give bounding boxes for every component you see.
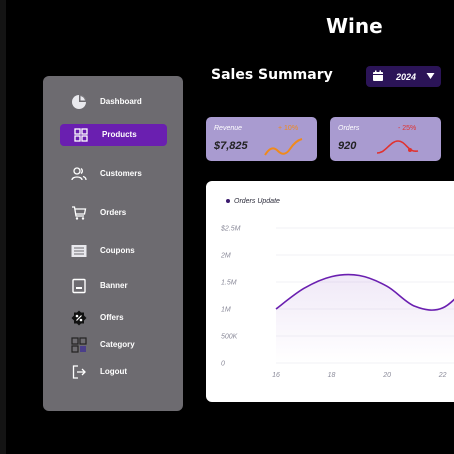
- orders-chart-card: Orders Update $2.5M 2M 1.5M 1M 500K 0 16 18 20 22…: [206, 181, 454, 402]
- sidebar-item-label: Orders: [100, 208, 127, 217]
- x-tick-label: 22: [438, 372, 447, 379]
- orders-title: Orders: [338, 125, 360, 132]
- sidebar-item-banner[interactable]: Banner: [43, 274, 183, 298]
- year-select-value: 2024: [396, 72, 417, 82]
- app-title: Wine: [326, 14, 383, 38]
- sidebar-item-label: Dashboard: [100, 97, 142, 106]
- orders-value: 920: [338, 140, 357, 152]
- sidebar-item-products[interactable]: Products: [60, 124, 167, 146]
- sidebar-item-label: Products: [102, 130, 137, 139]
- revenue-card: Revenue $7,825 + 10%: [206, 117, 317, 161]
- users-icon: [71, 167, 87, 181]
- sidebar-item-orders[interactable]: Orders: [43, 201, 183, 225]
- sidebar-item-dashboard[interactable]: Dashboard: [43, 90, 183, 114]
- sidebar-item-offers[interactable]: Offers: [43, 306, 183, 330]
- category-grid-icon: [71, 337, 87, 353]
- orders-line-chart: $2.5M2M1.5M1M500K01618202224: [220, 226, 454, 379]
- cart-icon: [72, 206, 87, 220]
- sidebar-item-label: Logout: [100, 367, 128, 376]
- revenue-value: $7,825: [214, 140, 248, 152]
- x-tick-label: 18: [328, 372, 336, 379]
- sidebar-item-label: Offers: [100, 313, 124, 322]
- sidebar-item-customers[interactable]: Customers: [43, 162, 183, 186]
- window-edge: [0, 0, 6, 454]
- percent-badge-icon: [71, 310, 87, 326]
- year-select[interactable]: 2024: [366, 66, 441, 87]
- x-tick-label: 20: [382, 372, 391, 379]
- y-tick-label: 2M: [220, 253, 231, 260]
- revenue-delta: + 10%: [278, 125, 299, 132]
- y-tick-label: 1.5M: [221, 280, 237, 287]
- y-tick-label: $2.5M: [220, 226, 241, 233]
- y-tick-label: 0: [221, 361, 225, 368]
- sidebar: Dashboard Products Customers Orders Coup…: [43, 76, 183, 411]
- orders-card: Orders 920 - 25%: [330, 117, 441, 161]
- x-tick-label: 16: [272, 372, 280, 379]
- grid-icon: [74, 128, 88, 142]
- sidebar-item-coupons[interactable]: Coupons: [43, 239, 183, 263]
- page-title: Sales Summary: [211, 67, 333, 83]
- sidebar-item-label: Banner: [100, 281, 128, 290]
- ticket-icon: [71, 245, 87, 257]
- orders-delta: - 25%: [398, 125, 417, 132]
- revenue-title: Revenue: [214, 125, 243, 132]
- sidebar-item-category[interactable]: Category: [43, 333, 183, 357]
- sidebar-item-label: Category: [100, 340, 135, 349]
- sidebar-item-label: Customers: [100, 169, 142, 178]
- chevron-down-icon: [426, 73, 435, 79]
- logout-icon: [72, 365, 86, 379]
- orders-sparkline: [376, 140, 419, 154]
- image-icon: [72, 278, 86, 294]
- sidebar-item-logout[interactable]: Logout: [43, 360, 183, 384]
- y-tick-label: 500K: [221, 334, 238, 341]
- sidebar-item-label: Coupons: [100, 246, 135, 255]
- calendar-icon: [373, 70, 383, 81]
- y-tick-label: 1M: [221, 307, 231, 314]
- pie-chart-icon: [72, 95, 86, 109]
- series-area: [276, 274, 454, 363]
- revenue-sparkline: [264, 138, 303, 156]
